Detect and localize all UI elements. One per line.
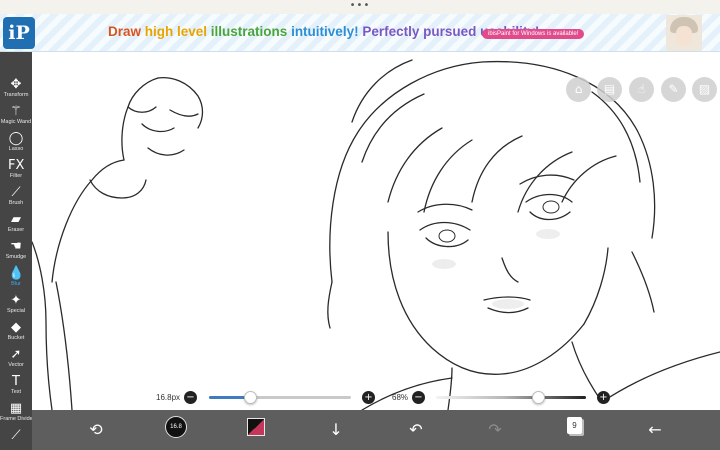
tool-switch-button[interactable]: ⟲ — [82, 416, 110, 444]
tool-frame-divider[interactable]: ▦ Frame Divider — [0, 400, 35, 426]
bottom-toolbar: ⟲ 16.8 ↓ ↶ ↷ 9 ← — [32, 410, 720, 450]
sparkle-wand-icon: ✦ — [10, 293, 22, 308]
tool-label: Text — [10, 389, 22, 395]
tool-label: Transform — [3, 92, 29, 98]
tool-label: Brush — [8, 200, 24, 206]
headline-word: illustrations — [210, 24, 292, 39]
headline-word: intuitively! — [291, 24, 363, 39]
material-button[interactable]: ▤ — [597, 77, 622, 102]
lasso-icon: ◯ — [8, 131, 24, 146]
move-arrows-icon: ✥ — [10, 77, 22, 92]
brush-size-slider[interactable] — [209, 391, 351, 404]
color-swatch-button[interactable] — [247, 418, 265, 436]
eraser-icon: ▰ — [11, 212, 21, 227]
banner-portrait-image — [666, 15, 702, 51]
banner-headline: Draw high level illustrations intuitivel… — [108, 24, 539, 39]
sketch-artwork — [32, 59, 720, 410]
opacity-plus-button[interactable]: + — [597, 391, 610, 404]
layer-count: 9 — [572, 421, 577, 430]
tool-brush[interactable]: ⟋ Brush — [0, 184, 32, 210]
tool-vector[interactable]: ➚ Vector — [0, 346, 32, 372]
tool-label: Blur — [11, 281, 21, 287]
tool-transform[interactable]: ✥ Transform — [0, 76, 32, 102]
tool-label: Filter — [9, 173, 23, 179]
opacity-slider[interactable] — [436, 391, 586, 404]
undo-button[interactable]: ↶ — [402, 416, 430, 444]
windows-available-badge[interactable]: ibisPaint for Windows is available! — [482, 29, 585, 39]
download-arrow-icon: ↓ — [329, 420, 343, 439]
tool-magic-wand[interactable]: ⚚ Magic Wand — [0, 103, 32, 129]
tool-filter[interactable]: FX Filter — [0, 157, 32, 183]
tool-label: Special — [6, 308, 26, 314]
camera-icon: ⌂ — [574, 82, 583, 96]
size-plus-button[interactable]: + — [362, 391, 375, 404]
ad-banner[interactable]: iP Draw high level illustrations intuiti… — [0, 14, 720, 52]
filter-fx-icon: FX — [8, 158, 25, 173]
camera-button[interactable]: ⌂ — [566, 77, 591, 102]
paint-bucket-icon: ◆ — [11, 320, 21, 335]
tool-eyedropper[interactable]: ⟋ — [0, 427, 32, 450]
pencil-icon: ✎ — [668, 82, 679, 96]
tool-special[interactable]: ✦ Special — [0, 292, 32, 318]
brush-icon: ⟋ — [11, 185, 21, 200]
window-handle-indicator[interactable]: ••• — [0, 1, 720, 11]
tool-sidebar: ✥ Transform ⚚ Magic Wand ◯ Lasso FX Filter ⟋ Brus… — [0, 52, 35, 450]
tool-switch-icon: ⟲ — [89, 420, 103, 439]
smudge-finger-icon: ☚ — [10, 239, 22, 254]
tool-label: Frame Divider — [0, 416, 35, 422]
brush-size-value: 16.8px — [156, 393, 181, 402]
brush-preview-button[interactable]: 16.8 — [165, 416, 187, 438]
tool-blur[interactable]: 💧 Blur — [0, 265, 32, 291]
layers-button[interactable]: 9 — [567, 417, 582, 434]
opacity-slider-knob[interactable] — [532, 391, 545, 404]
vector-arrow-icon: ➚ — [10, 347, 22, 362]
tool-text[interactable]: T Text — [0, 373, 32, 399]
tool-label: Eraser — [7, 227, 25, 233]
import-button[interactable]: ↓ — [322, 416, 350, 444]
back-arrow-icon: ← — [648, 420, 662, 439]
brush-size-label: 16.8 — [170, 424, 182, 430]
opacity-minus-button[interactable]: − — [412, 391, 425, 404]
ibispaint-logo: iP — [3, 17, 35, 49]
tool-label: Smudge — [5, 254, 27, 260]
hand-icon: ☝ — [637, 82, 646, 96]
tool-label: Vector — [8, 362, 24, 368]
eyedropper-icon: ⟋ — [11, 428, 21, 443]
back-button[interactable]: ← — [641, 416, 669, 444]
size-minus-button[interactable]: − — [184, 391, 197, 404]
headline-word: Draw — [108, 24, 145, 39]
hand-tool-button[interactable]: ☝ — [629, 77, 654, 102]
tool-label: Bucket — [7, 335, 25, 341]
headline-word: high level — [144, 24, 211, 39]
tool-bucket[interactable]: ◆ Bucket — [0, 319, 32, 345]
edit-button[interactable]: ✎ — [661, 77, 686, 102]
system-top-strip: ••• — [0, 0, 720, 14]
text-t-icon: T — [12, 374, 20, 389]
frame-grid-icon: ▦ — [9, 401, 23, 416]
material-stack-icon: ▤ — [603, 82, 616, 96]
image-icon: ▨ — [698, 82, 711, 96]
redo-button[interactable]: ↷ — [481, 416, 509, 444]
magic-wand-icon: ⚚ — [10, 104, 22, 119]
water-drop-icon: 💧 — [8, 266, 25, 281]
tool-label: Lasso — [8, 146, 24, 152]
tool-eraser[interactable]: ▰ Eraser — [0, 211, 32, 237]
opacity-value: 68% — [392, 393, 409, 402]
redo-icon: ↷ — [488, 420, 502, 439]
undo-icon: ↶ — [409, 420, 423, 439]
tool-lasso[interactable]: ◯ Lasso — [0, 130, 32, 156]
reference-image-button[interactable]: ▨ — [692, 77, 717, 102]
tool-label: Magic Wand — [0, 119, 32, 125]
drawing-canvas[interactable] — [32, 52, 720, 410]
tool-smudge[interactable]: ☚ Smudge — [0, 238, 32, 264]
